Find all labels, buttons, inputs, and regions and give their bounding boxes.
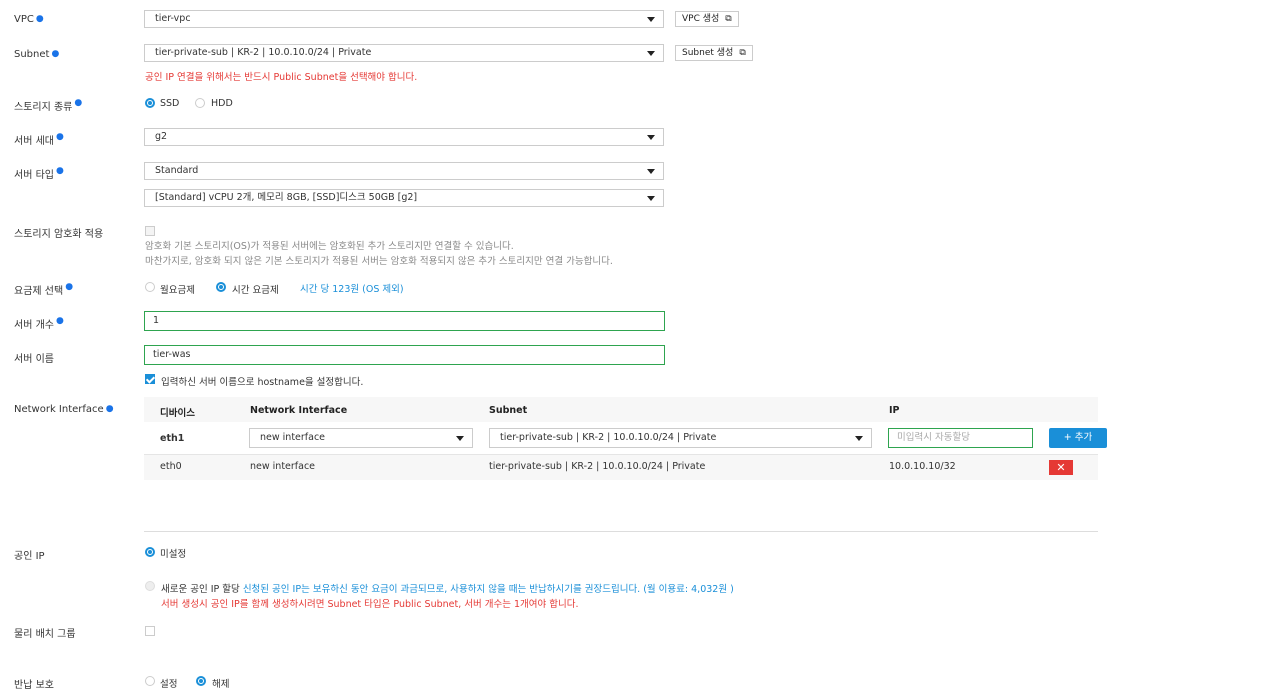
subnet-select-value: tier-private-sub | KR-2 | 10.0.10.0/24 |… bbox=[155, 47, 372, 58]
server-type-select[interactable]: Standard bbox=[144, 162, 664, 180]
public-ip-new-warning: 서버 생성시 공인 IP를 함께 생성하시려면 Subnet 타입은 Publi… bbox=[161, 599, 579, 610]
vpc-label: VPC ● bbox=[14, 14, 44, 25]
network-interface-label: Network Interface ● bbox=[14, 404, 114, 415]
external-link-icon: ⧉ bbox=[739, 48, 746, 58]
chevron-down-icon bbox=[647, 196, 655, 201]
subnet-label: Subnet ● bbox=[14, 49, 60, 60]
table-row: eth0 new interface tier-private-sub | KR… bbox=[144, 455, 1098, 480]
storage-ssd-radio[interactable] bbox=[145, 98, 155, 108]
nic-header-device: 디바이스 bbox=[160, 408, 195, 419]
vpc-create-button[interactable]: VPC 생성 ⧉ bbox=[675, 11, 739, 27]
nic-header-ip: IP bbox=[889, 405, 900, 416]
delete-icon[interactable]: ✕ bbox=[1049, 460, 1073, 475]
vpc-select[interactable]: tier-vpc bbox=[144, 10, 664, 28]
nic-ip-input[interactable]: 미입력시 자동할당 bbox=[888, 428, 1033, 448]
nic-subnet-select[interactable]: tier-private-sub | KR-2 | 10.0.10.0/24 |… bbox=[489, 428, 872, 448]
chevron-down-icon bbox=[647, 169, 655, 174]
pricing-hourly-label: 시간 요금제 bbox=[232, 285, 279, 296]
nic-table-header: 디바이스 Network Interface Subnet IP bbox=[144, 397, 1098, 422]
storage-hdd-label: HDD bbox=[211, 98, 233, 109]
server-name-label: 서버 이름 bbox=[14, 354, 54, 365]
divider bbox=[144, 531, 1098, 532]
chevron-down-icon bbox=[855, 436, 863, 441]
nic-row-subnet: tier-private-sub | KR-2 | 10.0.10.0/24 |… bbox=[489, 461, 706, 472]
chevron-down-icon bbox=[456, 436, 464, 441]
storage-encryption-note-1: 암호화 기본 스토리지(OS)가 적용된 서버에는 암호화된 추가 스토리지만 … bbox=[145, 241, 514, 252]
pricing-hourly-radio[interactable] bbox=[216, 282, 226, 292]
vpc-select-value: tier-vpc bbox=[155, 13, 191, 24]
storage-type-label: 스토리지 종류 ● bbox=[14, 98, 83, 113]
pricing-monthly-label: 월요금제 bbox=[160, 285, 195, 296]
storage-encryption-note-2: 마찬가지로, 암호화 되지 않은 기본 스토리지가 적용된 서버는 암호화 적용… bbox=[145, 256, 613, 267]
server-count-label: 서버 개수 ● bbox=[14, 316, 64, 331]
subnet-warning: 공인 IP 연결을 위해서는 반드시 Public Subnet을 선택해야 합… bbox=[145, 72, 418, 83]
storage-hdd-radio[interactable] bbox=[195, 98, 205, 108]
chevron-down-icon bbox=[647, 17, 655, 22]
subnet-select[interactable]: tier-private-sub | KR-2 | 10.0.10.0/24 |… bbox=[144, 44, 664, 62]
nic-add-button[interactable]: + 추가 bbox=[1049, 428, 1107, 448]
subnet-create-button[interactable]: Subnet 생성 ⧉ bbox=[675, 45, 753, 61]
storage-encryption-checkbox[interactable] bbox=[145, 226, 155, 236]
public-ip-new-radio[interactable] bbox=[145, 581, 155, 591]
external-link-icon: ⧉ bbox=[725, 14, 732, 24]
server-count-input[interactable]: 1 bbox=[144, 311, 665, 331]
chevron-down-icon bbox=[647, 135, 655, 140]
pricing-price-note: 시간 당 123원 (OS 제외) bbox=[300, 284, 404, 295]
public-ip-new-row: 새로운 공인 IP 할당 신청된 공인 IP는 보유하신 동안 요금이 과금되므… bbox=[161, 581, 734, 595]
return-protection-off-label: 해제 bbox=[212, 679, 230, 690]
nic-edit-device: eth1 bbox=[160, 433, 185, 444]
nic-row-interface: new interface bbox=[250, 461, 316, 472]
return-protection-label: 반납 보호 bbox=[14, 680, 54, 691]
pricing-monthly-radio[interactable] bbox=[145, 282, 155, 292]
nic-row-device: eth0 bbox=[160, 461, 182, 472]
public-ip-new-label: 새로운 공인 IP 할당 bbox=[161, 584, 240, 595]
server-gen-label: 서버 세대 ● bbox=[14, 132, 64, 147]
nic-interface-select[interactable]: new interface bbox=[249, 428, 473, 448]
placement-group-checkbox[interactable] bbox=[145, 626, 155, 636]
nic-edit-row: eth1 new interface tier-private-sub | KR… bbox=[144, 422, 1107, 455]
storage-ssd-label: SSD bbox=[160, 98, 180, 109]
public-ip-unset-radio[interactable] bbox=[145, 547, 155, 557]
storage-encryption-label: 스토리지 암호화 적용 bbox=[14, 229, 104, 240]
server-gen-select[interactable]: g2 bbox=[144, 128, 664, 146]
public-ip-unset-label: 미설정 bbox=[160, 549, 187, 560]
nic-row-ip: 10.0.10.10/32 bbox=[889, 461, 956, 472]
return-protection-on-label: 설정 bbox=[160, 679, 178, 690]
server-spec-select[interactable]: [Standard] vCPU 2개, 메모리 8GB, [SSD]디스크 50… bbox=[144, 189, 664, 207]
return-protection-on-radio[interactable] bbox=[145, 676, 155, 686]
nic-header-subnet: Subnet bbox=[489, 405, 528, 416]
server-name-input[interactable]: tier-was bbox=[144, 345, 665, 365]
server-type-label: 서버 타입 ● bbox=[14, 166, 64, 181]
hostname-checkbox[interactable] bbox=[145, 374, 155, 384]
nic-header-interface: Network Interface bbox=[250, 405, 348, 416]
public-ip-new-note: 신청된 공인 IP는 보유하신 동안 요금이 과금되므로, 사용하지 않을 때는… bbox=[242, 584, 734, 595]
return-protection-off-radio[interactable] bbox=[196, 676, 206, 686]
public-ip-label: 공인 IP bbox=[14, 551, 45, 562]
hostname-checkbox-label: 입력하신 서버 이름으로 hostname을 설정합니다. bbox=[161, 377, 364, 388]
pricing-label: 요금제 선택 ● bbox=[14, 282, 74, 297]
chevron-down-icon bbox=[647, 51, 655, 56]
placement-group-label: 물리 배치 그룹 bbox=[14, 629, 76, 640]
